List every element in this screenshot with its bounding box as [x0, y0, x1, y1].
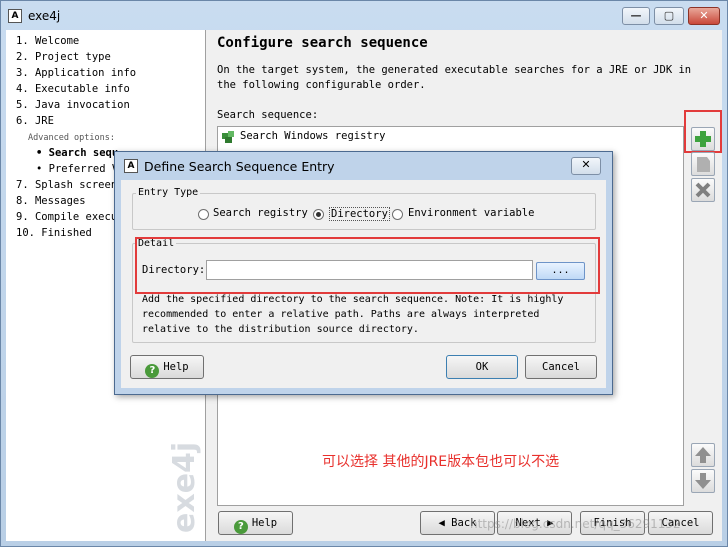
window-title: exe4j: [28, 9, 61, 23]
close-button[interactable]: ✕: [688, 7, 720, 25]
radio-directory[interactable]: [313, 209, 324, 220]
radio-environment-variable-label[interactable]: Environment variable: [408, 207, 534, 219]
step-search-sequence[interactable]: • Search sequ: [36, 147, 118, 159]
annotation-note: 可以选择 其他的JRE版本包也可以不选: [322, 454, 560, 470]
dialog-title: Define Search Sequence Entry: [144, 159, 335, 174]
delete-button[interactable]: [691, 178, 715, 202]
radio-environment-variable[interactable]: [392, 209, 403, 220]
step-project-type[interactable]: 2. Project type: [16, 51, 111, 63]
back-arrow-icon: ◀: [438, 517, 452, 529]
step-executable-info[interactable]: 4. Executable info: [16, 83, 130, 95]
help-button[interactable]: ? Help: [218, 511, 293, 535]
entry-type-label: Entry Type: [136, 187, 201, 198]
step-jre[interactable]: 6. JRE: [16, 115, 54, 127]
page-description: On the target system, the generated exec…: [217, 64, 692, 91]
radio-directory-label[interactable]: Directory: [329, 207, 390, 221]
detail-help-text: Add the specified directory to the searc…: [142, 294, 564, 335]
dialog-cancel-button[interactable]: Cancel: [525, 355, 597, 379]
radio-search-registry-label[interactable]: Search registry: [213, 207, 308, 219]
registry-icon: [222, 131, 234, 143]
dialog-help-label: Help: [163, 361, 189, 373]
step-compile-executable[interactable]: 9. Compile execu: [16, 211, 117, 223]
move-up-button[interactable]: [691, 443, 715, 467]
move-down-icon: [695, 473, 711, 489]
app-icon: A: [8, 9, 22, 23]
help-label: Help: [251, 517, 278, 529]
logo-text: exe4j: [167, 442, 202, 533]
add-button[interactable]: [691, 127, 715, 151]
exe4j-logo: exe4j: [167, 442, 202, 533]
title-bar: A exe4j — ▢ ✕: [0, 0, 726, 30]
page-title: Configure search sequence: [217, 35, 428, 51]
search-sequence-label: Search sequence:: [217, 109, 319, 121]
step-preferred-vm[interactable]: • Preferred VM: [36, 163, 125, 175]
help-icon: ?: [145, 364, 160, 378]
dialog-app-icon: A: [124, 159, 138, 173]
ok-button[interactable]: OK: [446, 355, 518, 379]
dialog-close-button[interactable]: ✕: [571, 157, 601, 175]
add-icon: [695, 131, 711, 147]
step-finished[interactable]: 10. Finished: [16, 227, 92, 239]
step-application-info[interactable]: 3. Application info: [16, 67, 136, 79]
move-down-button[interactable]: [691, 469, 715, 493]
edit-button[interactable]: [691, 152, 715, 176]
dialog-help-button[interactable]: ? Help: [130, 355, 204, 379]
minimize-button[interactable]: —: [622, 7, 650, 25]
edit-icon: [697, 157, 710, 172]
watermark: https://blog.csdn.net/qq_36291132: [470, 517, 681, 531]
maximize-button[interactable]: ▢: [654, 7, 684, 25]
advanced-options-label: Advanced options:: [28, 133, 115, 143]
move-up-icon: [695, 447, 711, 463]
delete-icon: [695, 182, 711, 198]
step-messages[interactable]: 8. Messages: [16, 195, 86, 207]
radio-search-registry[interactable]: [198, 209, 209, 220]
step-welcome[interactable]: 1. Welcome: [16, 35, 79, 47]
step-splash-screen[interactable]: 7. Splash screen: [16, 179, 117, 191]
help-icon: ?: [233, 520, 248, 534]
step-java-invocation[interactable]: 5. Java invocation: [16, 99, 130, 111]
annotation-box-detail: [135, 237, 600, 294]
sequence-entry[interactable]: Search Windows registry: [240, 130, 385, 142]
